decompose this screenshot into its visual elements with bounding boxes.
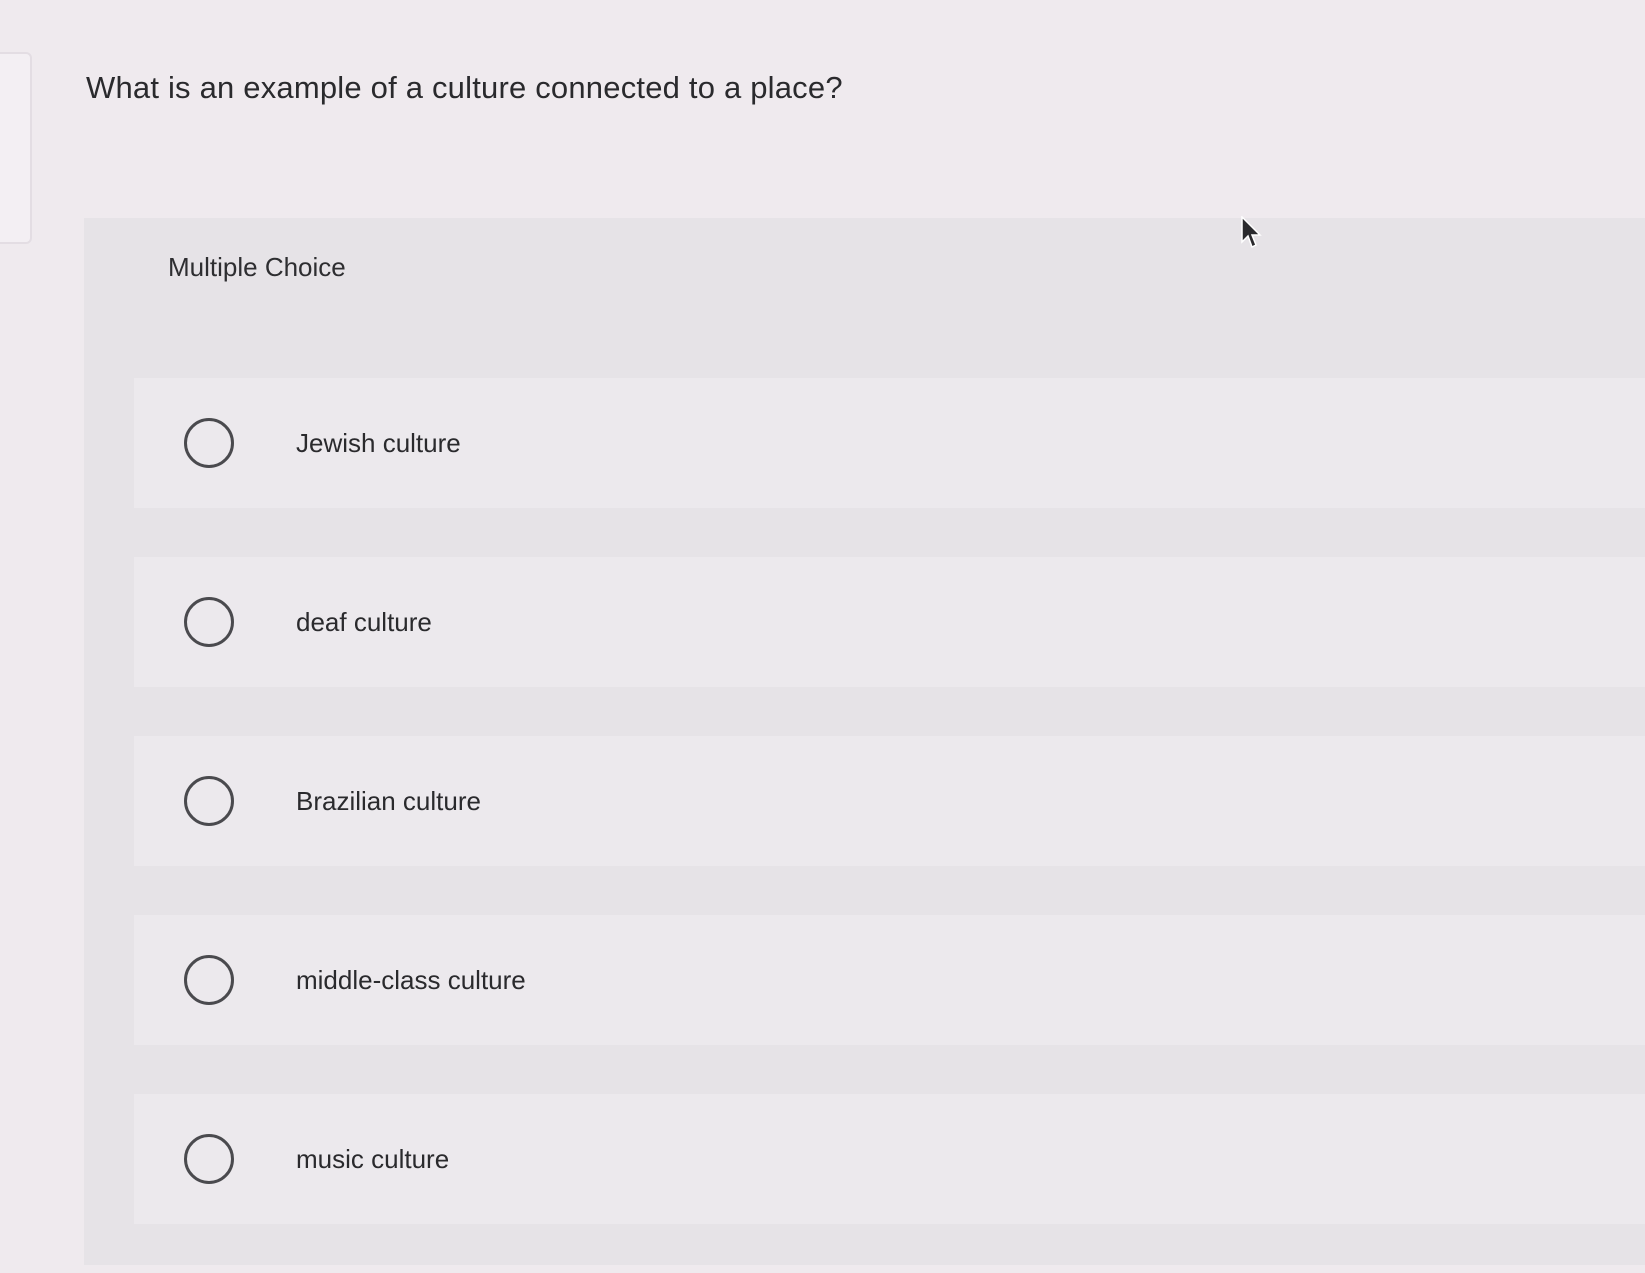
choice-label: music culture bbox=[296, 1143, 450, 1174]
choice-label: deaf culture bbox=[296, 606, 432, 637]
choice-option-deaf-culture[interactable]: deaf culture bbox=[134, 557, 1645, 687]
choice-label: Jewish culture bbox=[296, 427, 461, 458]
radio-circle-icon[interactable] bbox=[184, 955, 234, 1005]
radio-circle-icon[interactable] bbox=[184, 418, 234, 468]
mouse-pointer-icon bbox=[1241, 216, 1262, 249]
answer-panel: Multiple Choice Jewish culture deaf cult… bbox=[84, 218, 1645, 1265]
question-text: What is an example of a culture connecte… bbox=[86, 70, 843, 105]
radio-circle-icon[interactable] bbox=[184, 597, 234, 647]
choice-option-middle-class-culture[interactable]: middle-class culture bbox=[134, 915, 1645, 1045]
question-type-label: Multiple Choice bbox=[168, 252, 346, 282]
choice-option-music-culture[interactable]: music culture bbox=[134, 1094, 1645, 1224]
choice-option-jewish-culture[interactable]: Jewish culture bbox=[134, 378, 1645, 508]
choice-option-brazilian-culture[interactable]: Brazilian culture bbox=[134, 736, 1645, 866]
radio-circle-icon[interactable] bbox=[184, 1134, 234, 1184]
choice-label: middle-class culture bbox=[296, 964, 526, 995]
side-panel-tab[interactable] bbox=[0, 52, 32, 244]
choice-label: Brazilian culture bbox=[296, 785, 481, 816]
choice-list: Jewish culture deaf culture Brazilian cu… bbox=[134, 378, 1645, 1273]
radio-circle-icon[interactable] bbox=[184, 776, 234, 826]
